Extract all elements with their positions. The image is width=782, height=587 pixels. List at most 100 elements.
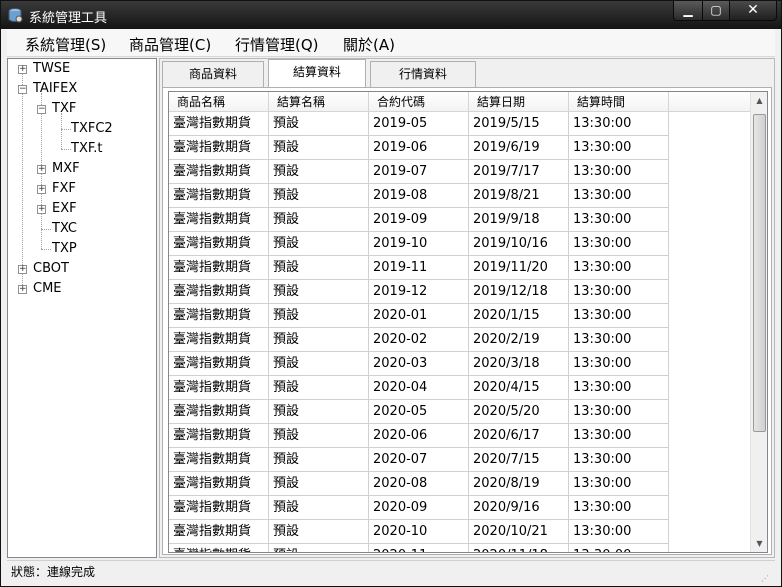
cell-settlement-name[interactable]: 預設 bbox=[269, 520, 369, 544]
cell-product-name[interactable]: 臺灣指數期貨 bbox=[169, 184, 269, 208]
cell-settlement-date[interactable]: 2019/6/19 bbox=[469, 136, 569, 160]
cell-settlement-name[interactable]: 預設 bbox=[269, 496, 369, 520]
cell-settlement-date[interactable]: 2020/3/18 bbox=[469, 352, 569, 376]
column-header-product-name[interactable]: 商品名稱 bbox=[169, 92, 269, 112]
table-row[interactable]: 臺灣指數期貨 預設 2020-04 2020/4/15 13:30:00 bbox=[169, 376, 669, 400]
cell-settlement-name[interactable]: 預設 bbox=[269, 280, 369, 304]
cell-settlement-name[interactable]: 預設 bbox=[269, 544, 369, 552]
cell-settlement-date[interactable]: 2019/8/21 bbox=[469, 184, 569, 208]
cell-contract-code[interactable]: 2020-09 bbox=[369, 496, 469, 520]
cell-settlement-name[interactable]: 預設 bbox=[269, 352, 369, 376]
market-tree[interactable]: + TWSE − TAIFEX − TXF TXFC2 TXF.t + MXF … bbox=[7, 58, 157, 558]
cell-settlement-name[interactable]: 預設 bbox=[269, 208, 369, 232]
cell-contract-code[interactable]: 2020-08 bbox=[369, 472, 469, 496]
cell-settlement-time[interactable]: 13:30:00 bbox=[569, 304, 669, 328]
column-header-contract-code[interactable]: 合約代碼 bbox=[369, 92, 469, 112]
cell-settlement-date[interactable]: 2020/2/19 bbox=[469, 328, 569, 352]
tab-quote-data[interactable]: 行情資料 bbox=[370, 61, 476, 87]
table-row[interactable]: 臺灣指數期貨 預設 2019-12 2019/12/18 13:30:00 bbox=[169, 280, 669, 304]
cell-contract-code[interactable]: 2019-11 bbox=[369, 256, 469, 280]
cell-settlement-date[interactable]: 2019/5/15 bbox=[469, 112, 569, 136]
table-row[interactable]: 臺灣指數期貨 預設 2019-11 2019/11/20 13:30:00 bbox=[169, 256, 669, 280]
table-row[interactable]: 臺灣指數期貨預設2020-112020/11/1813:30:00 bbox=[169, 544, 669, 552]
table-row[interactable]: 臺灣指數期貨 預設 2019-10 2019/10/16 13:30:00 bbox=[169, 232, 669, 256]
cell-settlement-time[interactable]: 13:30:00 bbox=[569, 400, 669, 424]
close-button[interactable]: ✕ bbox=[729, 1, 777, 21]
cell-settlement-time[interactable]: 13:30:00 bbox=[569, 520, 669, 544]
resize-grip-icon[interactable]: ⋰ bbox=[761, 568, 773, 583]
cell-contract-code[interactable]: 2019-12 bbox=[369, 280, 469, 304]
cell-settlement-name[interactable]: 預設 bbox=[269, 376, 369, 400]
cell-product-name[interactable]: 臺灣指數期貨 bbox=[169, 472, 269, 496]
cell-settlement-time[interactable]: 13:30:00 bbox=[569, 208, 669, 232]
cell-settlement-name[interactable]: 預設 bbox=[269, 304, 369, 328]
cell-settlement-name[interactable]: 預設 bbox=[269, 328, 369, 352]
cell-contract-code[interactable]: 2020-02 bbox=[369, 328, 469, 352]
cell-settlement-time[interactable]: 13:30:00 bbox=[569, 472, 669, 496]
menu-about[interactable]: 關於(A) bbox=[343, 34, 395, 55]
cell-contract-code[interactable]: 2019-06 bbox=[369, 136, 469, 160]
cell-product-name[interactable]: 臺灣指數期貨 bbox=[169, 256, 269, 280]
cell-product-name[interactable]: 臺灣指數期貨 bbox=[169, 448, 269, 472]
tree-node-txf-t[interactable]: TXF.t bbox=[71, 141, 102, 159]
scroll-down-icon[interactable]: ▼ bbox=[751, 535, 767, 552]
cell-product-name[interactable]: 臺灣指數期貨 bbox=[169, 544, 269, 552]
cell-settlement-time[interactable]: 13:30:00 bbox=[569, 448, 669, 472]
cell-contract-code[interactable]: 2020-07 bbox=[369, 448, 469, 472]
cell-settlement-time[interactable]: 13:30:00 bbox=[569, 424, 669, 448]
cell-settlement-date[interactable]: 2019/7/17 bbox=[469, 160, 569, 184]
collapse-icon[interactable]: − bbox=[18, 85, 27, 94]
table-row[interactable]: 臺灣指數期貨 預設 2019-06 2019/6/19 13:30:00 bbox=[169, 136, 669, 160]
cell-settlement-time[interactable]: 13:30:00 bbox=[569, 184, 669, 208]
settlement-grid[interactable]: 商品名稱 結算名稱 合約代碼 結算日期 結算時間 臺灣指數期貨 預設 2019-05… bbox=[168, 91, 768, 553]
minimize-button[interactable]: ▁ bbox=[673, 1, 703, 21]
table-row[interactable]: 臺灣指數期貨 預設 2020-02 2020/2/19 13:30:00 bbox=[169, 328, 669, 352]
scroll-thumb[interactable] bbox=[753, 114, 766, 432]
cell-contract-code[interactable]: 2019-09 bbox=[369, 208, 469, 232]
cell-settlement-date[interactable]: 2019/12/18 bbox=[469, 280, 569, 304]
table-row[interactable]: 臺灣指數期貨 預設 2020-03 2020/3/18 13:30:00 bbox=[169, 352, 669, 376]
tree-node-txc[interactable]: TXC bbox=[52, 221, 77, 239]
expand-icon[interactable]: + bbox=[37, 185, 46, 194]
table-row[interactable]: 臺灣指數期貨 預設 2020-10 2020/10/21 13:30:00 bbox=[169, 520, 669, 544]
cell-settlement-date[interactable]: 2020/6/17 bbox=[469, 424, 569, 448]
expand-icon[interactable]: + bbox=[18, 265, 27, 274]
cell-settlement-date[interactable]: 2020/10/21 bbox=[469, 520, 569, 544]
cell-contract-code[interactable]: 2020-01 bbox=[369, 304, 469, 328]
cell-contract-code[interactable]: 2019-05 bbox=[369, 112, 469, 136]
cell-product-name[interactable]: 臺灣指數期貨 bbox=[169, 112, 269, 136]
cell-settlement-name[interactable]: 預設 bbox=[269, 232, 369, 256]
cell-product-name[interactable]: 臺灣指數期貨 bbox=[169, 328, 269, 352]
cell-settlement-time[interactable]: 13:30:00 bbox=[569, 376, 669, 400]
cell-contract-code[interactable]: 2019-07 bbox=[369, 160, 469, 184]
cell-contract-code[interactable]: 2020-03 bbox=[369, 352, 469, 376]
cell-settlement-time[interactable]: 13:30:00 bbox=[569, 328, 669, 352]
cell-product-name[interactable]: 臺灣指數期貨 bbox=[169, 304, 269, 328]
cell-settlement-time[interactable]: 13:30:00 bbox=[569, 544, 669, 552]
cell-settlement-date[interactable]: 2019/10/16 bbox=[469, 232, 569, 256]
cell-settlement-date[interactable]: 2020/7/15 bbox=[469, 448, 569, 472]
cell-product-name[interactable]: 臺灣指數期貨 bbox=[169, 520, 269, 544]
cell-product-name[interactable]: 臺灣指數期貨 bbox=[169, 136, 269, 160]
cell-settlement-name[interactable]: 預設 bbox=[269, 424, 369, 448]
column-header-settlement-name[interactable]: 結算名稱 bbox=[269, 92, 369, 112]
cell-contract-code[interactable]: 2020-10 bbox=[369, 520, 469, 544]
menu-system[interactable]: 系統管理(S) bbox=[25, 34, 106, 55]
cell-settlement-name[interactable]: 預設 bbox=[269, 184, 369, 208]
cell-settlement-date[interactable]: 2020/8/19 bbox=[469, 472, 569, 496]
cell-product-name[interactable]: 臺灣指數期貨 bbox=[169, 376, 269, 400]
expand-icon[interactable]: + bbox=[18, 65, 27, 74]
cell-contract-code[interactable]: 2020-05 bbox=[369, 400, 469, 424]
cell-settlement-date[interactable]: 2020/9/16 bbox=[469, 496, 569, 520]
column-header-settlement-date[interactable]: 結算日期 bbox=[469, 92, 569, 112]
cell-contract-code[interactable]: 2019-10 bbox=[369, 232, 469, 256]
tree-node-txfc2[interactable]: TXFC2 bbox=[71, 121, 113, 139]
cell-settlement-time[interactable]: 13:30:00 bbox=[569, 136, 669, 160]
menu-product[interactable]: 商品管理(C) bbox=[129, 34, 211, 55]
cell-settlement-name[interactable]: 預設 bbox=[269, 112, 369, 136]
title-bar[interactable]: 系統管理工具 ▁ ▢ ✕ bbox=[1, 1, 781, 29]
cell-settlement-date[interactable]: 2019/11/20 bbox=[469, 256, 569, 280]
cell-settlement-date[interactable]: 2019/9/18 bbox=[469, 208, 569, 232]
cell-product-name[interactable]: 臺灣指數期貨 bbox=[169, 208, 269, 232]
cell-settlement-name[interactable]: 預設 bbox=[269, 160, 369, 184]
